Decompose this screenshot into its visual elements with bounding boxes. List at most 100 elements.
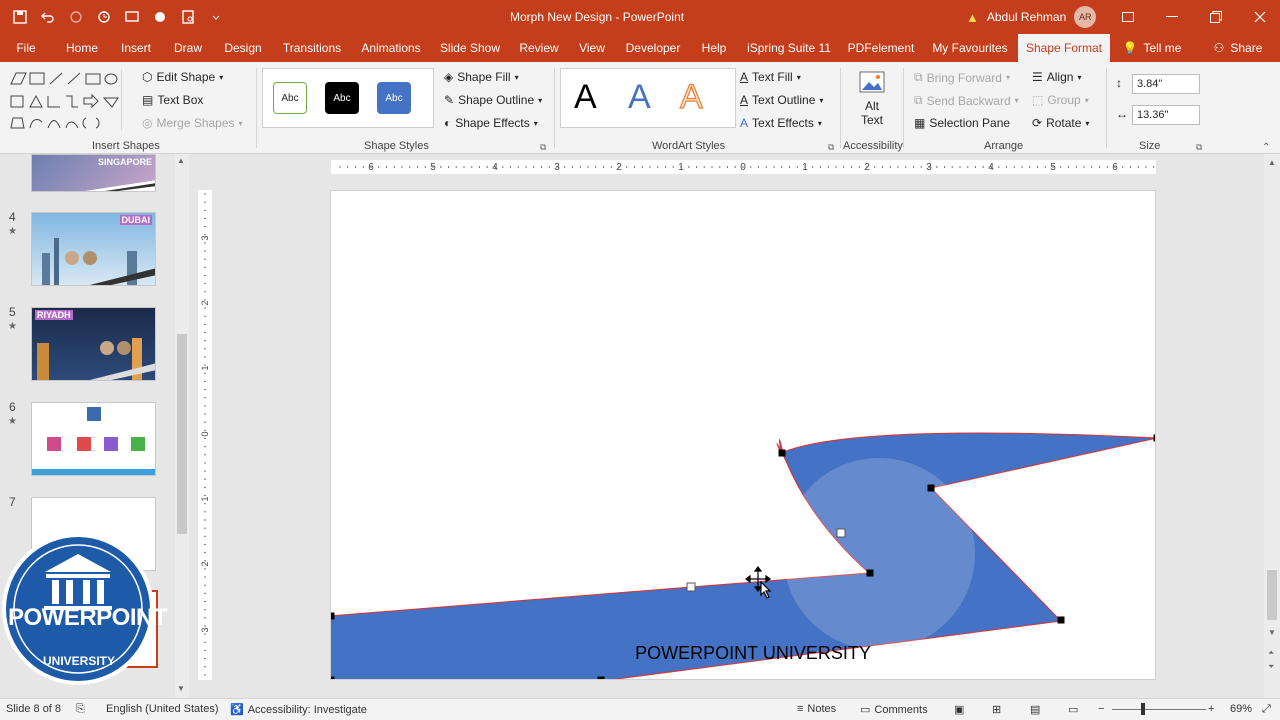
format-painter-icon[interactable] <box>94 7 114 27</box>
slide-thumbnail-6[interactable] <box>31 402 156 476</box>
minimize-icon[interactable] <box>1152 0 1192 34</box>
close-icon[interactable] <box>1240 0 1280 34</box>
slide-thumbnail-5[interactable]: RIYADH <box>31 307 156 381</box>
wordart-style-black[interactable]: A <box>574 78 597 117</box>
save-icon[interactable] <box>10 7 30 27</box>
present-icon[interactable] <box>122 7 142 27</box>
notes-button[interactable]: ≡ Notes <box>797 703 836 715</box>
alt-text-button[interactable]: Alt Text <box>852 70 892 136</box>
align-button[interactable]: ☰ Align ▾ <box>1032 70 1081 84</box>
bring-forward-button[interactable]: ⧉ Bring Forward ▾ <box>914 70 1010 85</box>
vertex-handle[interactable] <box>778 449 786 457</box>
dialog-launcher-icon[interactable]: ⧉ <box>828 142 834 153</box>
tab-my-favourites[interactable]: My Favourites <box>926 34 1014 62</box>
shape-effects-button[interactable]: ◐ Shape Effects ▾ <box>444 116 538 130</box>
scroll-up-icon[interactable]: ▲ <box>1268 158 1276 167</box>
tab-design[interactable]: Design <box>218 34 268 62</box>
tab-tell-me[interactable]: 💡 Tell me <box>1120 34 1184 62</box>
zoom-in-icon[interactable]: + <box>1208 703 1214 715</box>
tab-home[interactable]: Home <box>58 34 106 62</box>
ribbon-display-icon[interactable] <box>1108 0 1148 34</box>
vertex-handle[interactable] <box>927 484 935 492</box>
vertex-handle[interactable] <box>1057 616 1065 624</box>
slide-thumbnail-4[interactable]: DUBAI <box>31 212 156 286</box>
zoom-slider[interactable] <box>1112 709 1206 710</box>
zoom-out-icon[interactable]: − <box>1098 703 1104 715</box>
tab-developer[interactable]: Developer <box>620 34 686 62</box>
tab-ispring[interactable]: iSpring Suite 11 <box>742 34 836 62</box>
shape-outline-button[interactable]: ✎ Shape Outline ▾ <box>444 93 542 107</box>
vertex-handle[interactable] <box>331 676 335 680</box>
scroll-thumb[interactable] <box>177 334 187 534</box>
scroll-thumb[interactable] <box>1267 570 1277 620</box>
collapse-ribbon-icon[interactable]: ⌃ <box>1262 142 1270 153</box>
shape-fill-button[interactable]: ◈ Shape Fill ▾ <box>444 70 519 84</box>
tab-file[interactable]: File <box>8 34 44 62</box>
tab-help[interactable]: Help <box>694 34 734 62</box>
scroll-up-icon[interactable]: ▲ <box>177 156 185 165</box>
tab-review[interactable]: Review <box>514 34 564 62</box>
restore-icon[interactable] <box>1196 0 1236 34</box>
tab-view[interactable]: View <box>572 34 612 62</box>
customize-icon[interactable] <box>206 7 226 27</box>
slides-pane-scrollbar[interactable]: ▲ ▼ <box>175 154 189 698</box>
slideshow-view-icon[interactable]: ▭ <box>1068 703 1078 716</box>
tab-insert[interactable]: Insert <box>114 34 158 62</box>
vertex-handle[interactable] <box>597 676 605 680</box>
dialog-launcher-icon[interactable]: ⧉ <box>1196 142 1202 153</box>
shape-style-black[interactable]: Abc <box>325 82 359 114</box>
text-box-button[interactable]: ▤ Text Box <box>142 93 203 107</box>
previous-slide-icon[interactable]: ⏶ <box>1268 648 1274 658</box>
undo-icon[interactable] <box>38 7 58 27</box>
edit-shape-button[interactable]: ⬡ Edit Shape ▾ <box>142 70 223 84</box>
normal-view-icon[interactable]: ▣ <box>954 703 964 716</box>
scroll-down-icon[interactable]: ▼ <box>1268 628 1276 637</box>
accessibility-status[interactable]: ♿ Accessibility: Investigate <box>230 703 367 717</box>
dialog-launcher-icon[interactable]: ⧉ <box>540 142 546 153</box>
text-effects-button[interactable]: A Text Effects ▾ <box>740 116 822 130</box>
shapes-gallery[interactable] <box>8 70 134 132</box>
bezier-handle[interactable] <box>836 528 846 538</box>
preview-icon[interactable] <box>178 7 198 27</box>
text-fill-button[interactable]: A Text Fill ▾ <box>740 70 801 84</box>
width-field[interactable]: 13.36" <box>1132 105 1200 125</box>
wordart-style-blue[interactable]: A <box>628 78 651 117</box>
tab-draw[interactable]: Draw <box>166 34 210 62</box>
next-slide-icon[interactable]: ⏷ <box>1268 662 1274 672</box>
tab-slide-show[interactable]: Slide Show <box>436 34 504 62</box>
comments-button[interactable]: ▭ Comments <box>860 703 928 717</box>
slide-scrollbar[interactable]: ▲ ▼ ⏶ ⏷ <box>1264 154 1280 698</box>
shape-style-outline[interactable]: Abc <box>273 82 307 114</box>
reading-view-icon[interactable]: ▤ <box>1030 703 1040 716</box>
wordart-style-orange[interactable]: A <box>679 77 703 117</box>
language-status[interactable]: English (United States) <box>106 703 219 715</box>
tab-transitions[interactable]: Transitions <box>278 34 346 62</box>
scroll-down-icon[interactable]: ▼ <box>177 684 185 693</box>
rotate-button[interactable]: ⟳ Rotate ▾ <box>1032 116 1089 130</box>
shape-style-blue[interactable]: Abc <box>377 82 411 114</box>
touch-mode-icon[interactable] <box>150 7 170 27</box>
zoom-slider-thumb[interactable] <box>1141 703 1145 715</box>
user-account[interactable]: ▲ Abdul Rehman AR <box>966 6 1097 28</box>
tab-pdfelement[interactable]: PDFelement <box>844 34 918 62</box>
tab-shape-format[interactable]: Shape Format <box>1018 34 1110 62</box>
share-button[interactable]: ⚇ Share <box>1206 34 1270 62</box>
vertex-handle[interactable] <box>866 569 874 577</box>
redo-icon[interactable] <box>66 7 86 27</box>
send-backward-button[interactable]: ⧉ Send Backward ▾ <box>914 93 1019 108</box>
text-outline-button[interactable]: A Text Outline ▾ <box>740 93 823 107</box>
slide-sorter-icon[interactable]: ⊞ <box>992 703 1001 716</box>
height-field[interactable]: 3.84" <box>1132 74 1200 94</box>
vertex-handle[interactable] <box>331 612 335 620</box>
slide-thumbnail-3[interactable]: SINGAPORE <box>31 154 156 192</box>
zoom-level[interactable]: 69% <box>1230 703 1252 715</box>
shapes-gallery-scroll[interactable] <box>121 70 133 130</box>
slide-caption[interactable]: POWERPOINT UNIVERSITY <box>625 643 881 664</box>
tab-animations[interactable]: Animations <box>354 34 428 62</box>
bezier-handle[interactable] <box>686 582 696 592</box>
slide-canvas[interactable]: POWERPOINT UNIVERSITY <box>330 190 1156 680</box>
fit-to-window-icon[interactable]: ⤢ <box>1262 703 1271 716</box>
spelling-icon[interactable]: ⎘ <box>76 703 85 716</box>
vertex-handle[interactable] <box>1153 434 1156 442</box>
merge-shapes-button[interactable]: ◎ Merge Shapes ▾ <box>142 116 243 130</box>
